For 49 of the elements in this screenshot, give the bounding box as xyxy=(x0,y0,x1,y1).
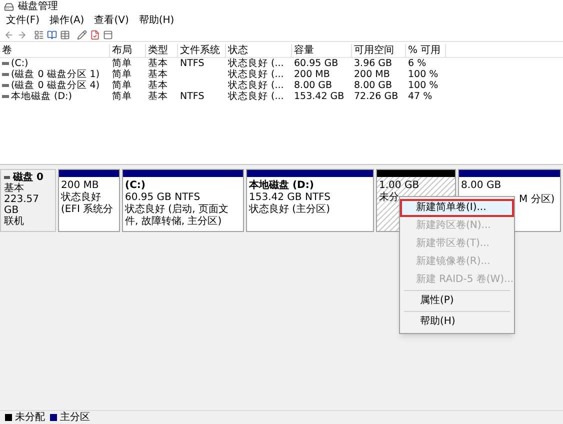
table-cell: 状态良好 (... xyxy=(228,69,284,80)
legend-label: 未分配 xyxy=(15,412,45,424)
partition-name: (C:) xyxy=(125,180,146,192)
table-cell: 简单 xyxy=(112,91,132,102)
table-cell: 本地磁盘 (D:) xyxy=(11,91,72,102)
table-cell: 简单 xyxy=(112,80,132,91)
table-cell: 153.42 GB xyxy=(294,91,344,102)
table-cell: 200 MB xyxy=(294,69,330,80)
table-cell: 简单 xyxy=(112,58,132,69)
table-cell: 状态良好 (... xyxy=(228,80,284,91)
table-cell: 3.96 GB xyxy=(354,58,392,69)
partition-size: 60.95 GB NTFS xyxy=(125,192,202,204)
table-cell: 简单 xyxy=(112,69,132,80)
partition-size: 8.00 GB xyxy=(461,180,502,192)
table-cell: 200 MB xyxy=(354,69,390,80)
table-cell: (磁盘 0 磁盘分区 1) xyxy=(11,69,100,80)
partition-status: 状态良好 (主分区) xyxy=(249,204,331,216)
table-cell: 基本 xyxy=(148,58,168,69)
partition-size: 200 MB xyxy=(61,180,100,192)
disk-name: 磁盘 0 xyxy=(13,172,44,183)
partition-status: 未分 xyxy=(379,192,400,204)
table-cell: 47 % xyxy=(408,91,432,102)
disk-status: 联机 xyxy=(4,216,25,227)
partition-status: M 分区) xyxy=(519,194,555,206)
table-cell: 基本 xyxy=(148,69,168,80)
disk-type: 基本 xyxy=(4,183,25,194)
table-cell: (C:) xyxy=(11,58,28,69)
partition-size: 153.42 GB NTFS xyxy=(249,192,332,204)
table-cell: 8.00 GB xyxy=(354,80,392,91)
table-cell: 6 % xyxy=(408,58,426,69)
disk-size: 223.57 GB xyxy=(4,194,40,216)
table-cell: NTFS xyxy=(180,58,204,69)
table-cell: 基本 xyxy=(148,91,168,102)
partition-size: 1.00 GB xyxy=(379,180,420,192)
partition-name: 本地磁盘 (D:) xyxy=(249,180,315,192)
table-cell: 8.00 GB xyxy=(294,80,332,91)
table-cell: NTFS xyxy=(180,91,204,102)
table-cell: 状态良好 (... xyxy=(228,91,284,102)
table-cell: 状态良好 (... xyxy=(228,58,284,69)
partition-status: 状态良好 (启动, 页面文件, 故障转储, 主分区) xyxy=(125,204,230,228)
table-cell: 72.26 GB xyxy=(354,91,398,102)
table-cell: 基本 xyxy=(148,80,168,91)
table-cell: 60.95 GB xyxy=(294,58,338,69)
table-cell: 100 % xyxy=(408,80,438,91)
window-title: 磁盘管理 xyxy=(18,1,58,13)
partition-status: 状态良好 (EFI 系统分 xyxy=(61,192,114,216)
legend-label: 主分区 xyxy=(60,412,90,424)
table-cell: (磁盘 0 磁盘分区 4) xyxy=(11,80,100,91)
table-cell: 100 % xyxy=(408,69,438,80)
